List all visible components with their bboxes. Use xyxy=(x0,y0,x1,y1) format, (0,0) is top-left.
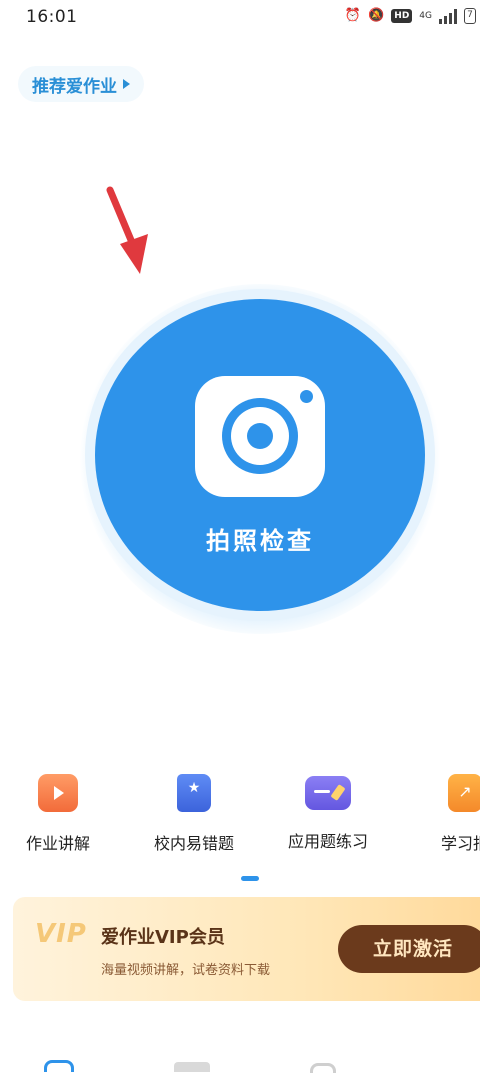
network-label: 4G xyxy=(419,11,432,21)
battery-icon: 7 xyxy=(464,8,476,24)
report-chart-icon xyxy=(448,774,480,812)
bell-mute-icon: 🔕 xyxy=(368,8,385,23)
feature-label: 校内易错题 xyxy=(153,834,234,853)
vip-banner[interactable]: VIP 爱作业VIP会员 海量视频讲解，试卷资料下载 立即激活 xyxy=(13,897,480,1001)
feature-word-problems[interactable]: 应用题练习 xyxy=(273,770,383,852)
video-play-icon xyxy=(38,774,78,812)
hd-badge: HD xyxy=(391,9,413,23)
photo-check-label: 拍照检查 xyxy=(206,527,314,555)
feature-homework-explain[interactable]: 作业讲解 xyxy=(3,770,113,854)
status-icons: ⏰ 🔕 HD 4G 7 xyxy=(345,8,476,24)
feature-grid: 作业讲解 校内易错题 应用题练习 学习报 xyxy=(0,770,480,860)
signal-icon xyxy=(439,8,457,24)
book-tab-icon[interactable] xyxy=(174,1062,210,1072)
status-time: 16:01 xyxy=(26,7,78,27)
photo-check-button[interactable]: 拍照检查 xyxy=(95,299,425,611)
feature-study-report[interactable]: 学习报 xyxy=(410,770,480,854)
vip-logo: VIP xyxy=(35,919,87,949)
profile-tab-icon[interactable] xyxy=(310,1063,336,1073)
feature-common-mistakes[interactable]: 校内易错题 xyxy=(139,770,249,854)
red-annotation-arrow-icon xyxy=(106,186,148,274)
vip-title: 爱作业VIP会员 xyxy=(101,927,225,948)
feature-label: 学习报 xyxy=(440,834,480,853)
recommend-label: 推荐爱作业 xyxy=(32,76,117,97)
feature-label: 作业讲解 xyxy=(25,834,90,853)
star-book-icon xyxy=(177,774,211,812)
status-bar: 16:01 ⏰ 🔕 HD 4G 7 xyxy=(0,0,480,36)
feature-label: 应用题练习 xyxy=(287,832,368,851)
play-arrow-icon xyxy=(123,79,130,89)
bottom-nav xyxy=(0,1058,480,1073)
recommend-button[interactable]: 推荐爱作业 xyxy=(18,66,144,102)
vip-subtitle: 海量视频讲解，试卷资料下载 xyxy=(101,963,271,978)
page-indicator xyxy=(241,876,259,881)
alarm-icon: ⏰ xyxy=(344,8,362,23)
card-pencil-icon xyxy=(305,776,351,810)
home-tab-icon[interactable] xyxy=(44,1060,74,1072)
activate-button[interactable]: 立即激活 xyxy=(338,925,480,973)
camera-icon xyxy=(195,376,325,497)
